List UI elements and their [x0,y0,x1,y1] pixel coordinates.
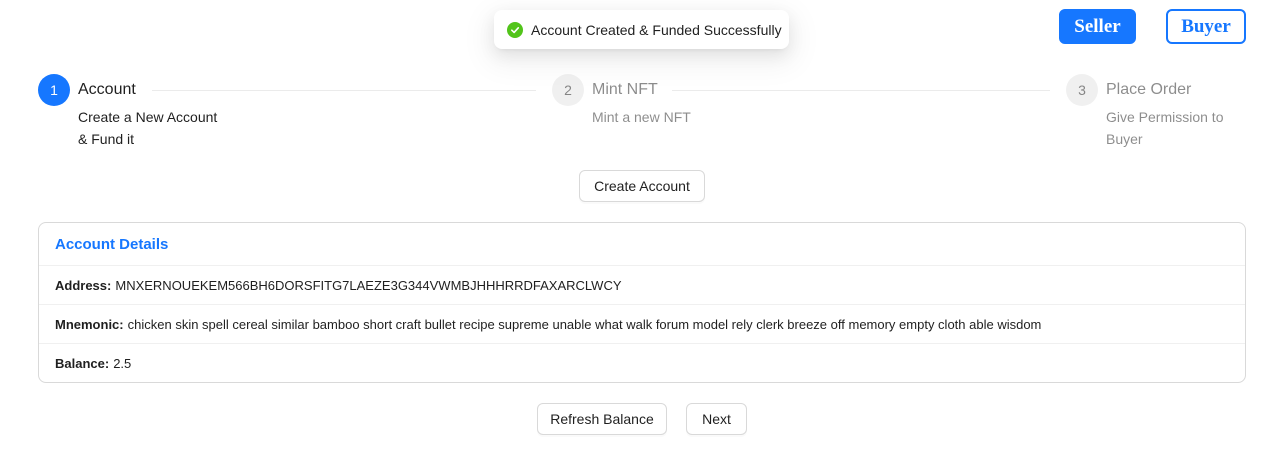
account-details-card: Account Details Address: MNXERNOUEKEM566… [38,222,1246,383]
step-description-line: & Fund it [78,131,135,147]
step-description: Create a New Account & Fund it [78,106,217,150]
step-connector [672,90,1050,91]
address-value: MNXERNOUEKEM566BH6DORSFITG7LAEZE3G344VWM… [115,277,622,293]
step-title: Place Order [1106,81,1192,98]
step-connector [152,90,536,91]
step-title: Account [78,81,136,98]
balance-value: 2.5 [113,356,132,371]
next-button[interactable]: Next [686,403,747,435]
buyer-button[interactable]: Buyer [1166,9,1246,44]
step-description-line: Mint a new NFT [592,109,691,125]
step-description-line: Give Permission to [1106,109,1224,125]
step-number: 1 [38,74,70,106]
step-description-line: Buyer [1106,131,1143,147]
step-title: Mint NFT [592,81,658,98]
toast-message: Account Created & Funded Successfully [531,21,782,38]
refresh-balance-button[interactable]: Refresh Balance [537,403,667,435]
address-row: Address: MNXERNOUEKEM566BH6DORSFITG7LAEZ… [39,266,1245,305]
step-description: Mint a new NFT [592,106,691,128]
step-description: Give Permission to Buyer [1106,106,1223,150]
step-number: 2 [552,74,584,106]
address-label: Address: [55,277,112,293]
create-account-button[interactable]: Create Account [579,170,705,202]
mnemonic-label: Mnemonic: [55,316,124,332]
success-toast: Account Created & Funded Successfully [494,10,789,49]
step-number: 3 [1066,74,1098,106]
step-description-line: Create a New Account [78,109,218,125]
mnemonic-value: chicken skin spell cereal similar bamboo… [127,316,1042,332]
check-circle-icon [507,21,523,38]
card-title: Account Details [39,223,1245,266]
balance-label: Balance: [55,356,110,371]
seller-button[interactable]: Seller [1059,9,1136,44]
mnemonic-row: Mnemonic: chicken skin spell cereal simi… [39,305,1245,344]
balance-row: Balance: 2.5 [39,344,1245,382]
